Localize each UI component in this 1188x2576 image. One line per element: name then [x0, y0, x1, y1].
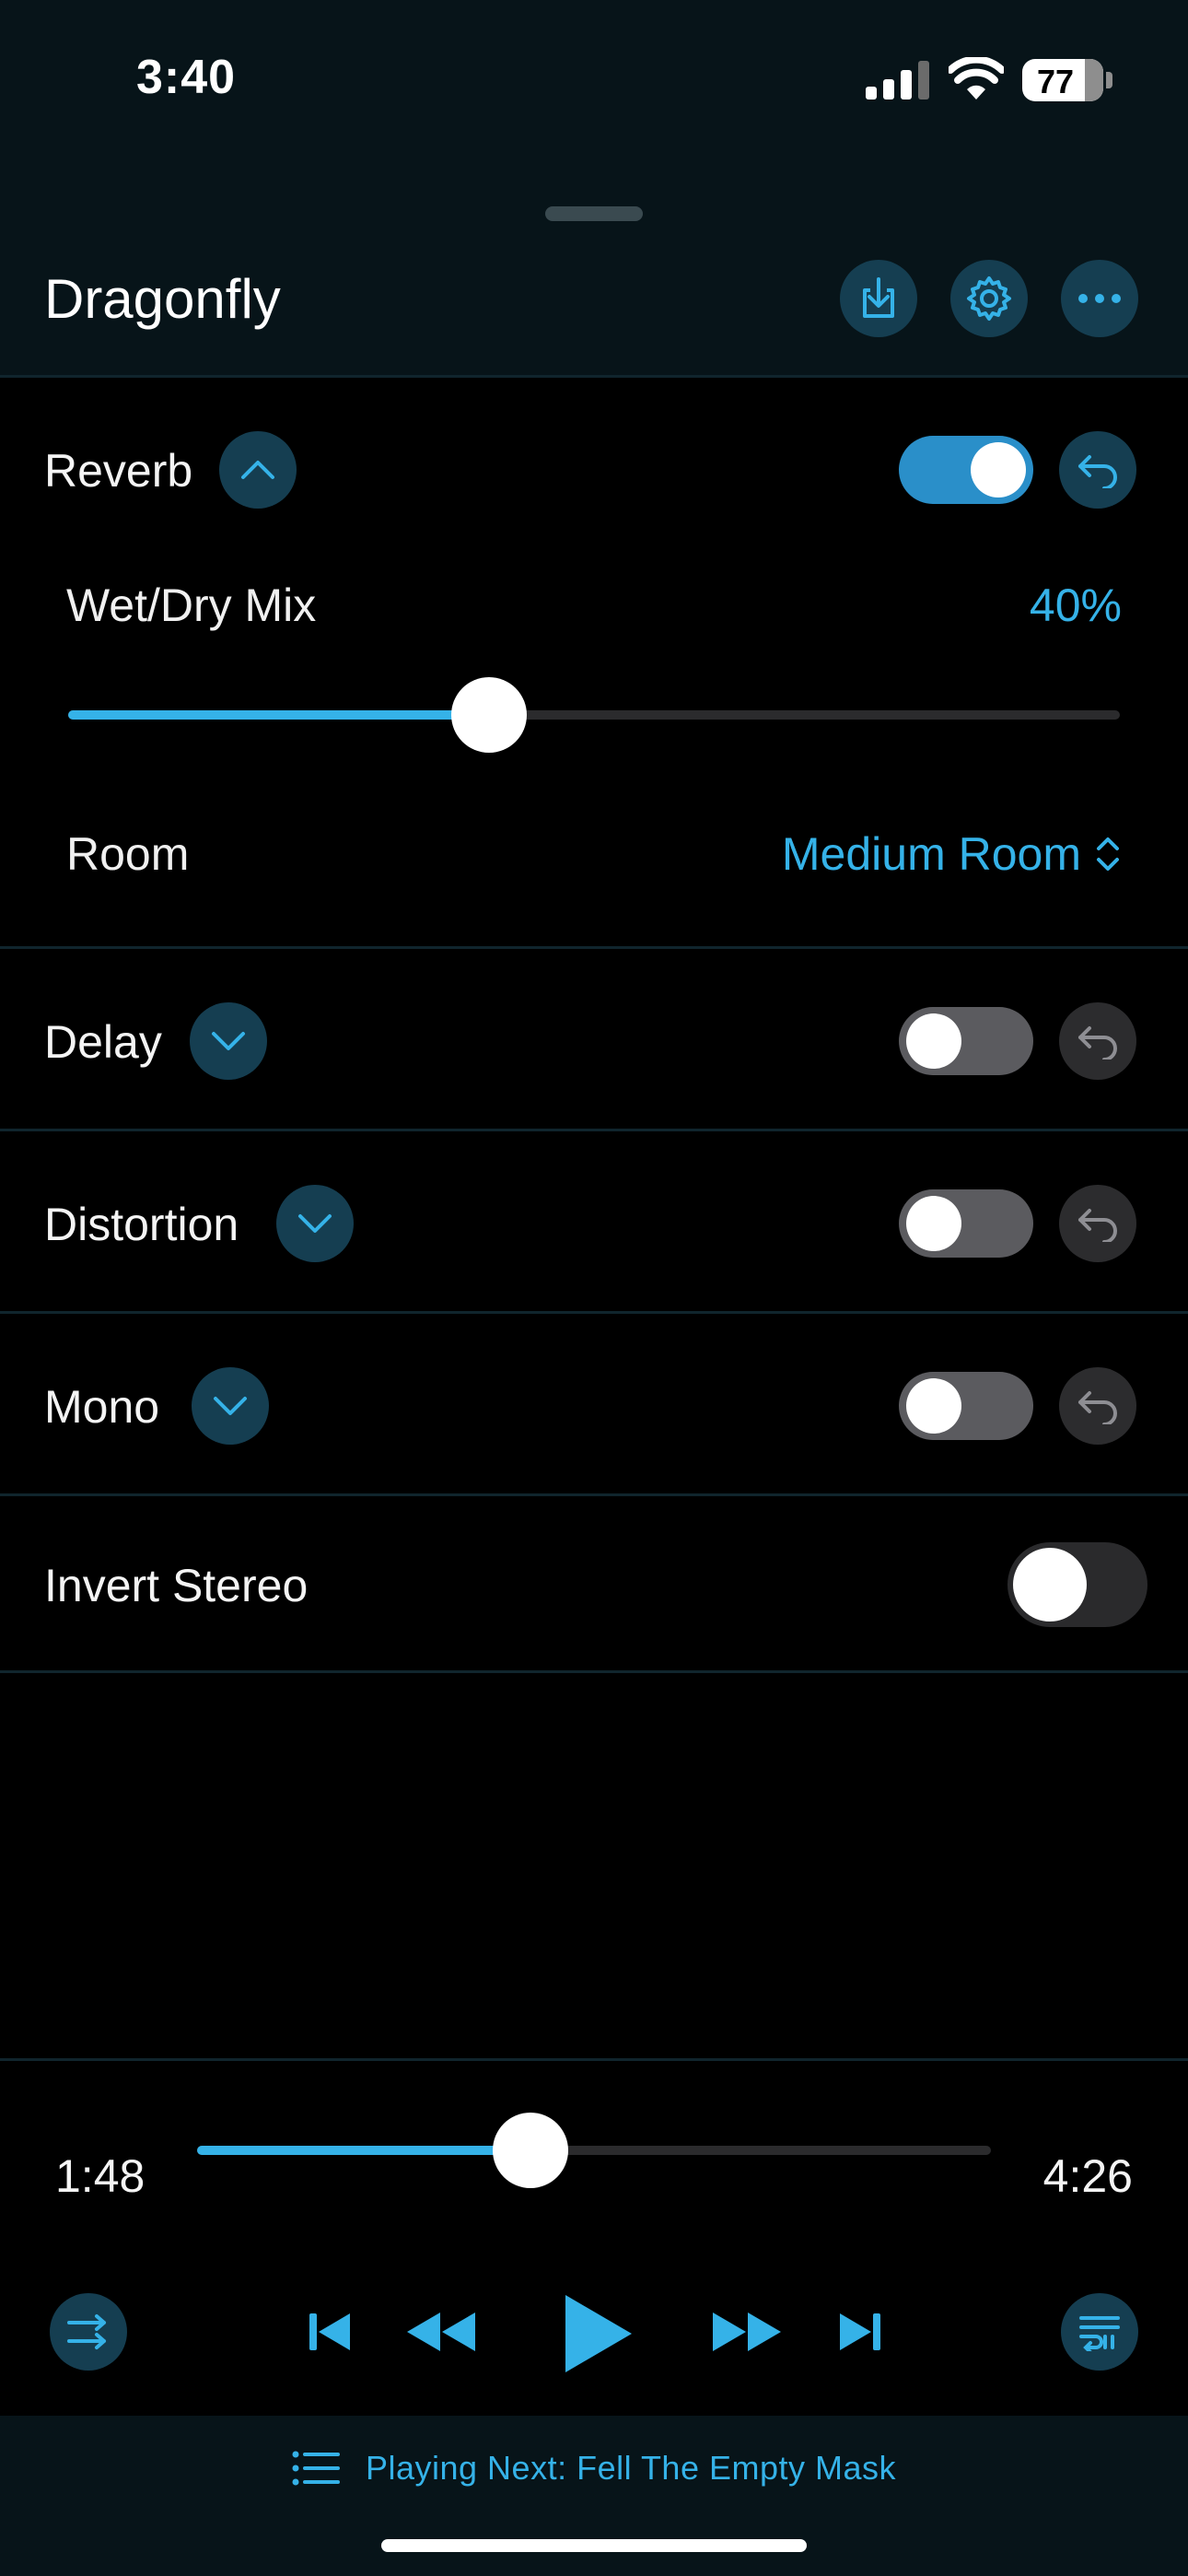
undo-arrow-icon [1078, 1026, 1117, 1060]
mono-expand-button[interactable] [192, 1367, 269, 1445]
chevron-down-icon [298, 1214, 332, 1233]
rewind-button[interactable] [402, 2304, 481, 2359]
room-value: Medium Room [781, 828, 1081, 880]
invert-stereo-label: Invert Stereo [44, 1560, 309, 1611]
up-next-text: Playing Next: Fell The Empty Mask [365, 2449, 897, 2487]
invert-stereo-section: Invert Stereo [0, 1496, 1188, 1673]
ellipsis-icon [1078, 294, 1121, 303]
reverb-section: Reverb Wet/Dry Mix 40% Room Medium Room [0, 378, 1188, 949]
reverb-label: Reverb [44, 445, 193, 497]
sheet-grabber[interactable] [545, 206, 643, 221]
undo-arrow-icon [1078, 1209, 1117, 1242]
wet-dry-mix-label: Wet/Dry Mix [66, 580, 317, 631]
toggle-knob [906, 1196, 961, 1251]
next-track-button[interactable] [833, 2304, 888, 2359]
more-options-button[interactable] [1061, 260, 1138, 337]
queue-button[interactable] [1061, 2293, 1138, 2371]
total-duration: 4:26 [1042, 2150, 1133, 2202]
progress-thumb[interactable] [493, 2113, 569, 2188]
mono-label: Mono [44, 1381, 160, 1433]
sheet-header-area: 3:40 77 Dragonfly [0, 0, 1188, 378]
room-label: Room [66, 828, 190, 880]
shuffle-button[interactable] [50, 2293, 127, 2371]
battery-icon: 77 [1022, 59, 1103, 101]
slider-thumb[interactable] [450, 677, 527, 753]
playback-progress-slider[interactable] [197, 2113, 991, 2188]
chevron-down-icon [214, 1397, 247, 1415]
distortion-reset-button[interactable] [1059, 1185, 1136, 1262]
delay-label: Delay [44, 1016, 162, 1068]
status-time: 3:40 [136, 51, 237, 104]
previous-track-button[interactable] [302, 2304, 357, 2359]
delay-section: Delay [0, 949, 1188, 1131]
progress-fill [197, 2146, 531, 2155]
gear-icon [967, 276, 1011, 321]
page-title: Dragonfly [44, 268, 281, 330]
download-icon [863, 277, 894, 318]
mono-section: Mono [0, 1314, 1188, 1496]
player-controls: 1:48 4:26 [0, 2058, 1188, 2416]
screen: 3:40 77 Dragonfly Reverb Wet/Dry Mix 40%… [0, 0, 1188, 2576]
play-icon [565, 2295, 632, 2372]
distortion-section: Distortion [0, 1131, 1188, 1314]
fast-forward-button[interactable] [707, 2304, 786, 2359]
chevron-up-icon [241, 461, 274, 479]
elapsed-time: 1:48 [55, 2150, 146, 2202]
undo-arrow-icon [1078, 1391, 1117, 1424]
delay-reset-button[interactable] [1059, 1002, 1136, 1080]
wet-dry-mix-slider[interactable] [68, 677, 1120, 753]
chevron-up-down-icon [1097, 837, 1119, 871]
mono-reset-button[interactable] [1059, 1367, 1136, 1445]
settings-button[interactable] [950, 260, 1028, 337]
fast-forward-icon [713, 2313, 781, 2351]
distortion-expand-button[interactable] [276, 1185, 354, 1262]
download-button[interactable] [840, 260, 917, 337]
delay-toggle[interactable] [899, 1007, 1033, 1075]
list-icon [292, 2451, 340, 2486]
toggle-knob [1013, 1548, 1087, 1622]
wifi-icon [949, 57, 1004, 100]
mono-toggle[interactable] [899, 1372, 1033, 1440]
battery-nub [1106, 72, 1112, 88]
undo-arrow-icon [1078, 455, 1117, 488]
distortion-label: Distortion [44, 1199, 239, 1250]
invert-stereo-toggle[interactable] [1007, 1542, 1147, 1627]
room-select[interactable]: Medium Room [782, 827, 1122, 881]
toggle-knob [906, 1013, 961, 1069]
wet-dry-mix-value: 40% [1029, 580, 1122, 631]
chevron-down-icon [212, 1032, 245, 1050]
battery-level: 77 [1036, 63, 1075, 100]
play-button[interactable] [556, 2291, 639, 2376]
delay-expand-button[interactable] [190, 1002, 267, 1080]
skip-back-icon [309, 2313, 350, 2350]
reverb-reset-button[interactable] [1059, 431, 1136, 509]
queue-icon [1079, 2316, 1120, 2351]
cellular-signal-icon [866, 61, 929, 100]
reverb-collapse-button[interactable] [219, 431, 297, 509]
shuffle-icon [67, 2314, 106, 2349]
rewind-icon [407, 2313, 475, 2351]
home-indicator[interactable] [381, 2539, 807, 2552]
toggle-knob [906, 1378, 961, 1434]
toggle-knob [971, 442, 1026, 498]
skip-forward-icon [840, 2313, 880, 2350]
slider-fill [68, 710, 489, 720]
reverb-toggle[interactable] [899, 436, 1033, 504]
distortion-toggle[interactable] [899, 1189, 1033, 1258]
